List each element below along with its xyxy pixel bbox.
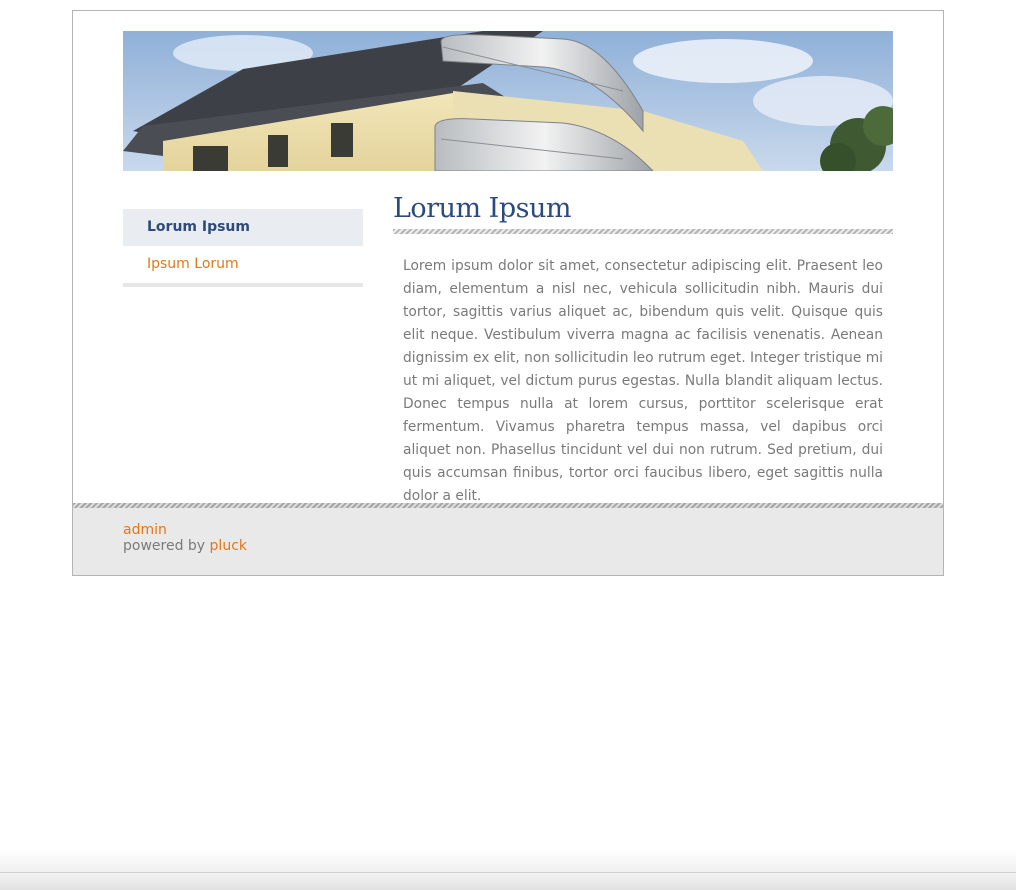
window-bottom-edge [0, 872, 1016, 890]
sidebar-item-ipsum-lorum[interactable]: Ipsum Lorum [123, 246, 363, 283]
footer-divider [73, 503, 943, 508]
page-container: Lorum Ipsum Ipsum Lorum Lorum Ipsum Lore… [72, 10, 944, 576]
body-paragraph: Lorem ipsum dolor sit amet, consectetur … [403, 258, 883, 504]
page-title: Lorum Ipsum [393, 193, 571, 224]
building-photo [123, 31, 893, 171]
main-content: Lorum Ipsum Lorem ipsum dolor sit amet, … [393, 194, 893, 508]
sidebar-nav: Lorum Ipsum Ipsum Lorum [123, 209, 363, 287]
footer-text: admin powered by pluck [123, 522, 247, 554]
powered-by-label: powered by [123, 538, 206, 554]
sidebar-divider [123, 283, 363, 287]
pluck-link[interactable]: pluck [210, 538, 247, 554]
footer: admin powered by pluck [73, 503, 943, 575]
title-divider [393, 229, 893, 234]
admin-link[interactable]: admin [123, 522, 167, 538]
window-bottom-shadow [0, 850, 1016, 872]
header-banner-image [123, 31, 893, 171]
sidebar-item-lorum-ipsum[interactable]: Lorum Ipsum [123, 209, 363, 246]
